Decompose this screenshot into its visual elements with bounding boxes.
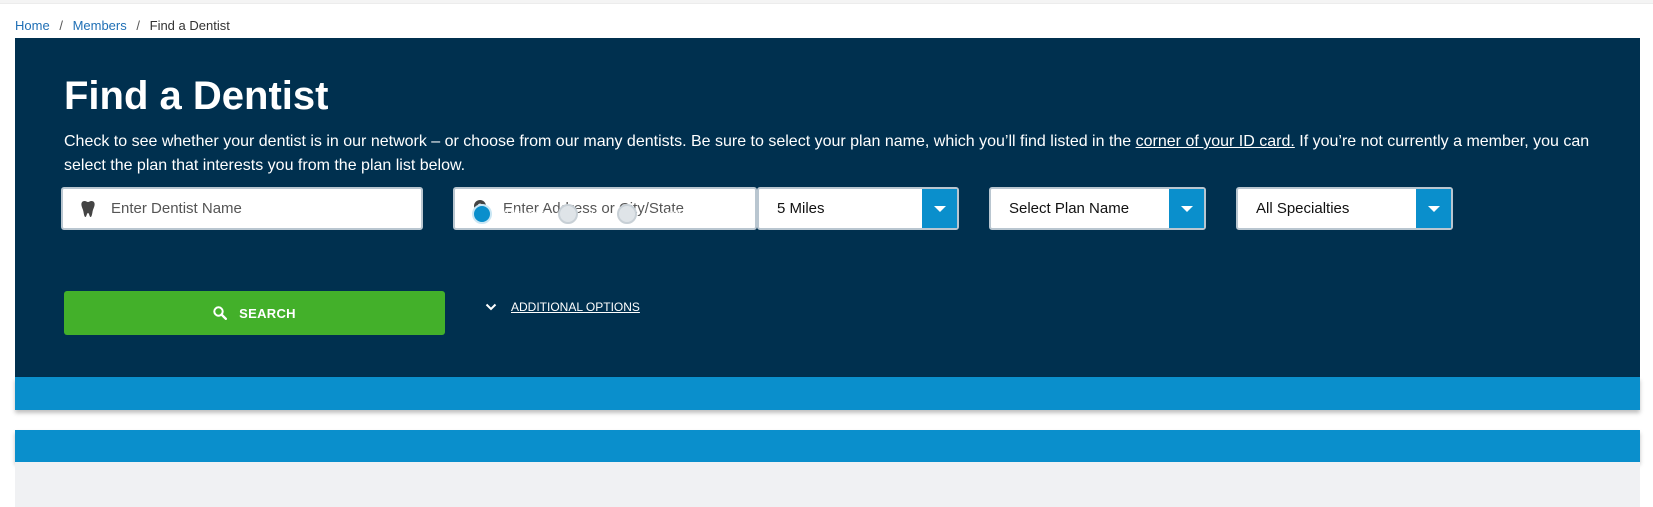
description-text: Check to see whether your dentist is in … xyxy=(64,133,1136,150)
page-title: Find a Dentist xyxy=(64,74,329,118)
radio-address-label: Address xyxy=(502,207,547,221)
breadcrumb-separator: / xyxy=(136,18,140,33)
page-description: Check to see whether your dentist is in … xyxy=(64,130,1624,178)
plan-placeholder: Select Plan Name xyxy=(1009,200,1130,217)
location-type-radio-group: Address Zip County xyxy=(472,204,697,224)
specialty-select[interactable]: All Specialties xyxy=(1236,187,1453,230)
radio-address[interactable] xyxy=(472,204,492,224)
dentist-name-input[interactable]: Enter Dentist Name xyxy=(61,187,423,230)
distance-select[interactable]: 5 Miles xyxy=(757,187,959,230)
chevron-down-icon xyxy=(485,303,497,311)
search-button[interactable]: SEARCH xyxy=(64,291,445,335)
plan-dropdown-toggle[interactable] xyxy=(1169,189,1204,228)
search-icon xyxy=(213,306,228,320)
caret-down-icon xyxy=(1180,205,1193,212)
specialty-dropdown-toggle[interactable] xyxy=(1416,189,1451,228)
top-border xyxy=(0,0,1653,4)
plan-select[interactable]: Select Plan Name xyxy=(989,187,1206,230)
search-button-label: SEARCH xyxy=(239,305,296,321)
specialty-value: All Specialties xyxy=(1256,200,1350,217)
radio-county-label: County xyxy=(646,207,685,221)
radio-county[interactable] xyxy=(616,204,637,224)
breadcrumb: Home / Members / Find a Dentist xyxy=(15,18,230,33)
breadcrumb-separator: / xyxy=(59,18,63,33)
distance-dropdown-toggle[interactable] xyxy=(922,189,957,228)
caret-down-icon xyxy=(1427,205,1440,212)
tooth-icon xyxy=(77,200,99,218)
content-area xyxy=(15,462,1640,507)
radio-zip-label: Zip xyxy=(588,207,605,221)
breadcrumb-current: Find a Dentist xyxy=(149,18,230,33)
caret-down-icon xyxy=(933,205,946,212)
distance-value: 5 Miles xyxy=(777,200,825,217)
radio-zip[interactable] xyxy=(558,204,579,224)
dentist-name-placeholder: Enter Dentist Name xyxy=(111,200,242,217)
additional-options-label: ADDITIONAL OPTIONS xyxy=(511,300,640,314)
additional-options-toggle[interactable]: ADDITIONAL OPTIONS xyxy=(485,300,640,314)
breadcrumb-members-link[interactable]: Members xyxy=(73,18,127,33)
id-card-link[interactable]: corner of your ID card. xyxy=(1136,133,1295,150)
accent-band-secondary xyxy=(15,430,1640,462)
breadcrumb-home-link[interactable]: Home xyxy=(15,18,50,33)
accent-band xyxy=(15,377,1640,410)
